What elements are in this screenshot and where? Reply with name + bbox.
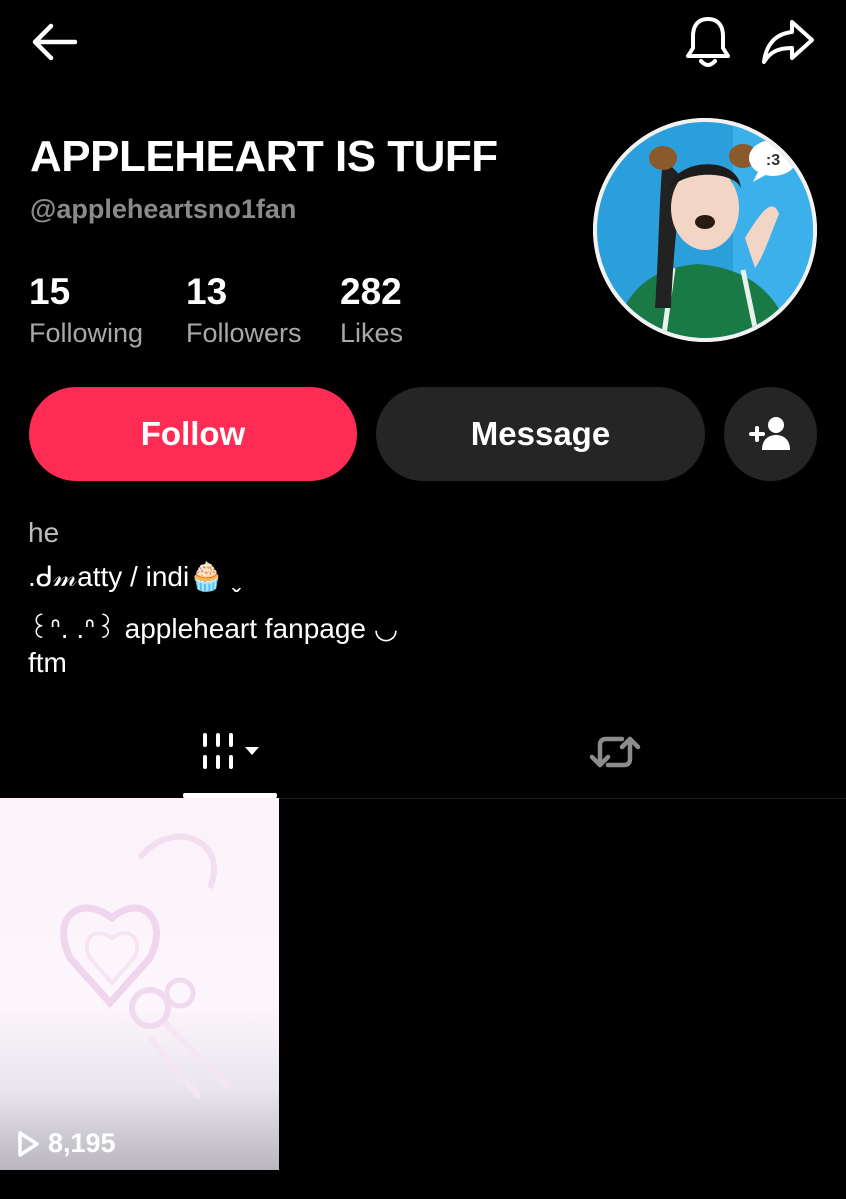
avatar[interactable]: :3 [593, 118, 817, 342]
stat-followers[interactable]: 13 Followers [186, 270, 302, 350]
avatar-image: :3 [593, 118, 817, 342]
bio-line: ꒰ᐢ. .ᐢ꒱ appleheart fanpage ◡ [28, 613, 399, 644]
stat-followers-label: Followers [186, 318, 302, 348]
stat-following[interactable]: 15 Following [29, 270, 143, 350]
stat-likes-value: 282 [340, 271, 402, 312]
view-count-text: 8,195 [48, 1128, 116, 1158]
share-button[interactable] [756, 10, 820, 74]
message-button-label: Message [470, 415, 611, 452]
bio-line: he [28, 517, 60, 548]
message-button[interactable]: Message [376, 387, 705, 481]
back-button[interactable] [22, 12, 86, 72]
follow-button[interactable]: Follow [29, 387, 357, 481]
add-user-icon [748, 417, 790, 450]
follow-button-label: Follow [140, 415, 246, 452]
view-count: 8,195 [16, 1128, 116, 1159]
tab-reposts[interactable] [568, 720, 662, 784]
stat-following-label: Following [29, 318, 144, 348]
bio-line: ftm [28, 647, 67, 678]
bio-line: .ᑯ𝓂atty / indi🧁 ˬ [28, 561, 242, 592]
stat-likes-label: Likes [340, 318, 404, 348]
video-thumbnail[interactable]: 8,195 [0, 798, 279, 1170]
stat-following-value: 15 [29, 271, 71, 312]
notifications-button[interactable] [676, 10, 740, 74]
thumbnail-artwork [60, 833, 233, 1100]
profile-username: @appleheartsno1fan [30, 194, 297, 224]
stat-likes: 282 Likes [340, 270, 403, 350]
play-icon [18, 1130, 39, 1157]
profile-display-name: APPLEHEART IS TUFF [30, 132, 498, 181]
avatar-bubble-text: :3 [766, 152, 780, 169]
share-icon [762, 20, 814, 64]
repost-icon [589, 736, 641, 768]
stat-followers-value: 13 [186, 271, 228, 312]
tab-videos[interactable] [183, 720, 277, 784]
bell-icon [686, 17, 730, 67]
arrow-left-icon [32, 23, 78, 61]
add-friend-button[interactable] [724, 387, 817, 481]
grid-icon [203, 733, 259, 769]
